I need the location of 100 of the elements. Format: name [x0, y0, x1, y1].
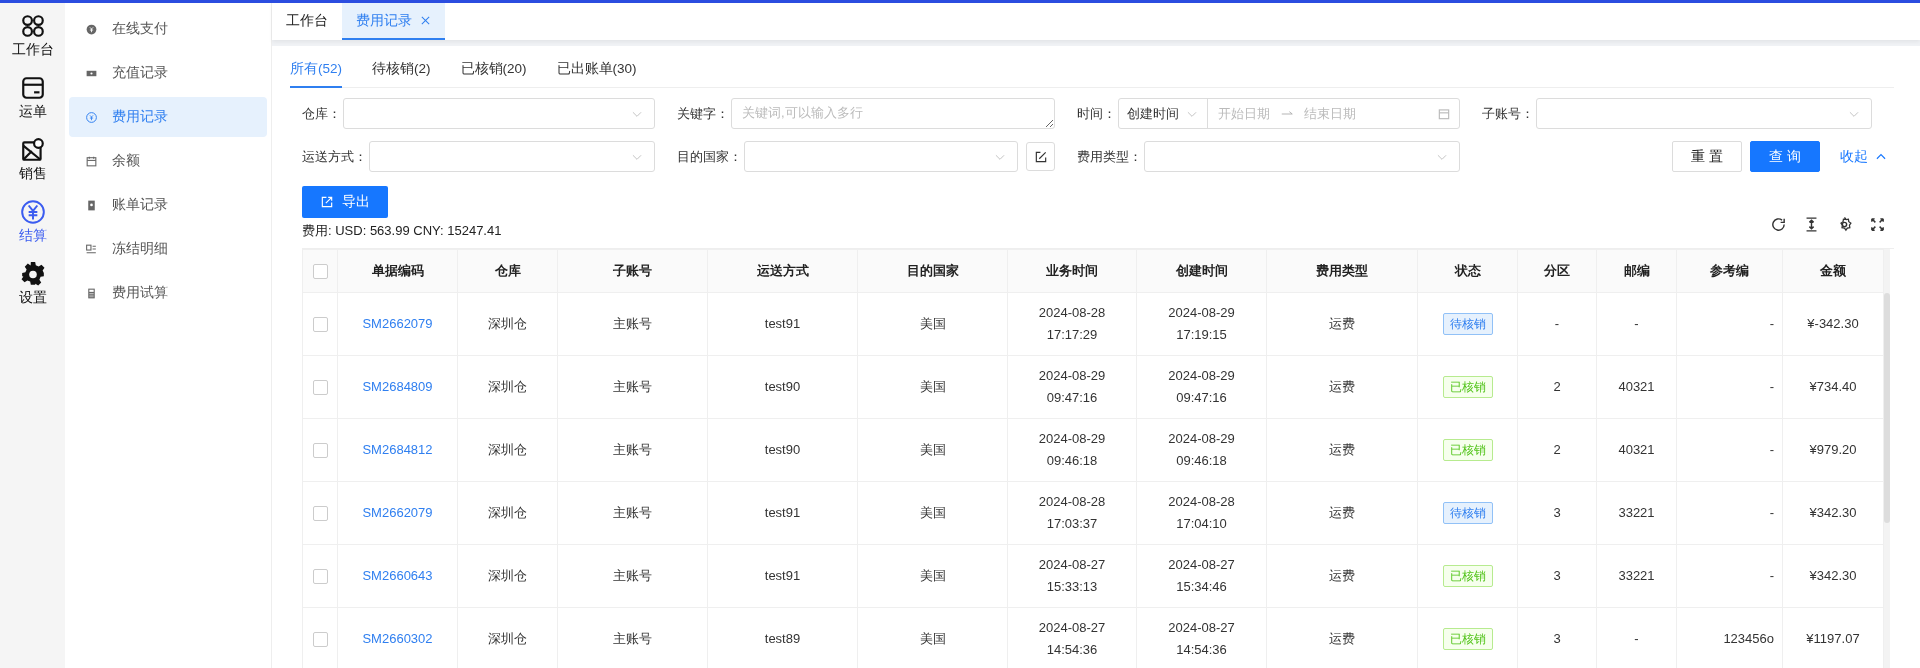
table-cell: 美国: [919, 441, 946, 457]
gear-icon: [19, 261, 46, 287]
nav-rail-item[interactable]: 设置: [2, 257, 63, 311]
status-tab[interactable]: 已出账单(30): [556, 52, 637, 88]
table-cell: 主账号: [613, 567, 652, 583]
order-link[interactable]: SM2684812: [362, 441, 433, 457]
submenu-item[interactable]: 在线支付: [69, 9, 267, 49]
table-cell: 运费: [1329, 441, 1355, 457]
calendar-icon: [85, 154, 98, 168]
nav-rail-item[interactable]: 运单: [2, 71, 63, 125]
table-cell: 33221: [1618, 504, 1655, 520]
table-cell: 2024-08-28 17:04:10: [1168, 493, 1235, 531]
order-link[interactable]: SM2662079: [362, 315, 433, 331]
select-field[interactable]: [1536, 98, 1872, 129]
page-tab[interactable]: 工作台: [272, 3, 342, 40]
column-header: 运送方式: [756, 263, 809, 278]
select-field[interactable]: [343, 98, 655, 129]
fullscreen-button[interactable]: [1869, 215, 1886, 233]
collapse-link[interactable]: 收起: [1834, 146, 1894, 167]
table-cell: -: [1554, 315, 1560, 331]
table-cell: 主账号: [613, 630, 652, 646]
table-cell: -: [1769, 567, 1774, 583]
table-cell: ¥342.30: [1809, 567, 1857, 583]
select-field[interactable]: [1144, 141, 1460, 172]
coin-icon: [85, 22, 98, 36]
nav-rail-item[interactable]: 工作台: [2, 9, 63, 63]
fullscreen-icon: [1869, 215, 1886, 233]
checkbox[interactable]: [312, 317, 328, 332]
date-range-field[interactable]: 创建时间 开始日期 结束日期: [1118, 98, 1460, 129]
filter-label: 时间：: [1077, 104, 1116, 123]
scrollbar-thumb[interactable]: [1884, 293, 1890, 523]
nav-rail-item[interactable]: 结算: [2, 195, 63, 249]
table-cell: 2024-08-29 17:19:15: [1168, 304, 1235, 342]
table-cell: 2024-08-29 09:47:16: [1038, 367, 1106, 405]
status-tab[interactable]: 待核销(2): [372, 52, 431, 88]
status-tab[interactable]: 已核销(20): [460, 52, 527, 88]
table-cell: 3: [1553, 630, 1561, 646]
status-tab[interactable]: 所有(52): [290, 52, 342, 88]
status-tag: 已核销: [1442, 627, 1493, 650]
filter-label: 目的国家：: [677, 147, 742, 166]
column-header: 参考编: [1710, 263, 1749, 278]
table-cell: 运费: [1329, 504, 1355, 520]
submenu-item[interactable]: 充值记录: [69, 53, 267, 93]
table-cell: 2024-08-29 09:46:18: [1168, 430, 1235, 468]
filter-label: 运送方式：: [302, 147, 367, 166]
export-button[interactable]: 导出: [302, 186, 388, 218]
table-cell: 2024-08-27 14:54:36: [1038, 619, 1106, 657]
refresh-button[interactable]: [1770, 215, 1787, 233]
submenu-item[interactable]: 余额: [69, 141, 267, 181]
column-header: 创建时间: [1175, 263, 1228, 278]
keyword-field[interactable]: 关键词,可以输入多行: [731, 98, 1055, 129]
close-icon[interactable]: [420, 15, 431, 26]
yuan-icon: [19, 199, 46, 225]
table-cell: 深圳仓: [488, 630, 527, 646]
table-cell: 美国: [919, 504, 946, 520]
order-link[interactable]: SM2660302: [362, 630, 433, 646]
table-cell: 2: [1553, 441, 1561, 457]
table-cell: 2024-08-29 09:47:16: [1168, 367, 1235, 405]
checkbox[interactable]: [312, 569, 328, 584]
submenu-item[interactable]: 费用试算: [69, 273, 267, 313]
yuan-icon: [85, 110, 98, 124]
table-cell: ¥734.40: [1809, 378, 1857, 394]
query-button[interactable]: 查 询: [1750, 141, 1820, 172]
reset-button[interactable]: 重 置: [1672, 141, 1743, 172]
table-cell: 2024-08-28 17:17:29: [1038, 304, 1106, 342]
table-cell: test91: [764, 567, 801, 583]
checkbox[interactable]: [312, 443, 328, 458]
table-cell: 运费: [1329, 630, 1355, 646]
column-header: 分区: [1544, 263, 1570, 278]
table-cell: 2024-08-28 17:03:37: [1038, 493, 1106, 531]
order-link[interactable]: SM2684809: [362, 378, 433, 394]
column-header: 费用类型: [1316, 263, 1368, 278]
submenu-item[interactable]: 账单记录: [69, 185, 267, 225]
select-field[interactable]: [369, 141, 655, 172]
order-link[interactable]: SM2662079: [362, 504, 433, 520]
calculator-icon: [85, 286, 98, 300]
column-header: 金额: [1820, 263, 1846, 278]
table-cell: 3: [1553, 504, 1561, 520]
table-cell: 2: [1553, 378, 1561, 394]
order-link[interactable]: SM2660643: [362, 567, 433, 583]
table-cell: ¥1197.07: [1806, 630, 1860, 646]
table-cell: 运费: [1329, 378, 1355, 394]
select-field[interactable]: [744, 141, 1018, 172]
page-tab[interactable]: 费用记录: [342, 3, 445, 40]
checkbox[interactable]: [312, 632, 328, 647]
table-cell: 2024-08-27 14:54:36: [1168, 619, 1235, 657]
table-cell: ¥979.20: [1809, 441, 1857, 457]
table-cell: 主账号: [613, 378, 652, 394]
table-cell: test90: [764, 378, 801, 394]
fee-summary: 费用: USD: 563.99 CNY: 15247.41: [302, 222, 502, 240]
checkbox[interactable]: [312, 380, 328, 395]
checkbox[interactable]: [312, 506, 328, 521]
table-cell: 40321: [1618, 441, 1655, 457]
edit-icon: [1033, 149, 1048, 164]
nav-rail-item[interactable]: 销售: [2, 133, 63, 187]
filter-label: 子账号：: [1482, 104, 1534, 123]
edit-button[interactable]: [1026, 142, 1055, 171]
submenu-item[interactable]: 冻结明细: [69, 229, 267, 269]
submenu-item[interactable]: 费用记录: [69, 97, 267, 137]
checkbox[interactable]: [312, 264, 328, 280]
